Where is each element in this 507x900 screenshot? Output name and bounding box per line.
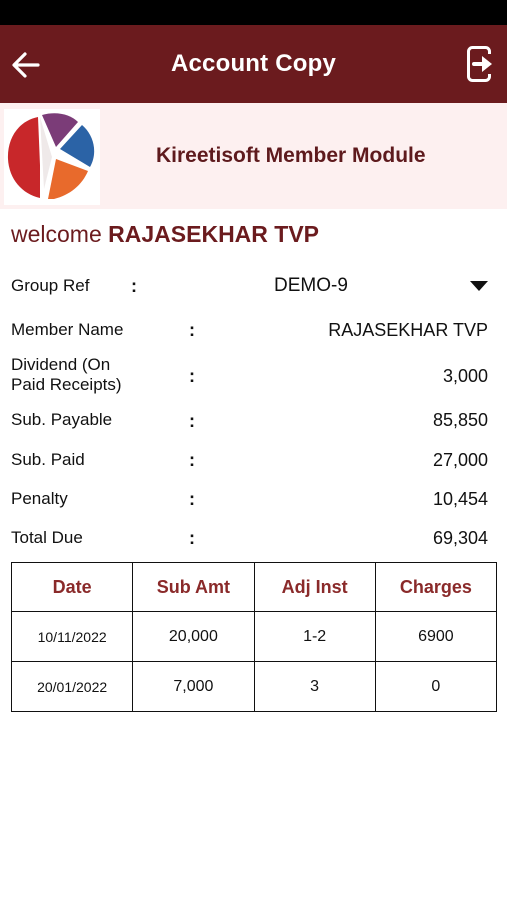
- status-bar: [0, 0, 507, 25]
- back-button[interactable]: [10, 49, 42, 81]
- sub-paid-value: 27,000: [432, 450, 488, 470]
- dividend-label-line2: Paid Receipts): [11, 375, 122, 394]
- member-name-value: RAJASEKHAR TVP: [328, 320, 488, 340]
- exit-button[interactable]: [466, 45, 496, 83]
- table-row: 10/11/2022 20,000 1-2 6900: [10, 611, 498, 662]
- welcome-word: welcome: [11, 221, 102, 247]
- colon: :: [189, 411, 195, 431]
- penalty-value: 10,454: [432, 489, 488, 509]
- sub-paid-label: Sub. Paid: [11, 450, 85, 469]
- colon: :: [189, 528, 195, 548]
- brand-title: Kireetisoft Member Module: [156, 144, 426, 167]
- dividend-label: Dividend (On Paid Receipts): [11, 355, 122, 395]
- cell-date: 10/11/2022: [10, 611, 134, 662]
- total-due-label: Total Due: [11, 528, 83, 547]
- welcome-name: RAJASEKHAR TVP: [108, 221, 320, 247]
- brand-banner: Kireetisoft Member Module: [0, 103, 507, 209]
- group-ref-label: Group Ref: [11, 276, 90, 295]
- cell-charges: 0: [374, 661, 498, 712]
- colon: :: [189, 450, 195, 470]
- penalty-label: Penalty: [11, 489, 68, 508]
- member-name-label: Member Name: [11, 320, 124, 339]
- table-header-row: Date Sub Amt Adj Inst Charges: [10, 562, 498, 612]
- cell-date: 20/01/2022: [10, 661, 134, 712]
- colon: :: [131, 276, 137, 296]
- column-header-date: Date: [10, 562, 134, 612]
- dividend-label-line1: Dividend (On: [11, 355, 111, 374]
- page-title: Account Copy: [170, 50, 337, 77]
- welcome-message: welcome RAJASEKHAR TVP: [11, 221, 319, 248]
- company-logo: [4, 109, 100, 205]
- cell-adj-inst: 3: [253, 661, 376, 712]
- cell-sub-amt: 20,000: [132, 611, 255, 662]
- column-header-charges: Charges: [374, 562, 498, 612]
- app-header: Account Copy: [0, 25, 507, 103]
- sub-payable-value: 85,850: [432, 410, 488, 430]
- cell-adj-inst: 1-2: [253, 611, 376, 662]
- total-due-value: 69,304: [432, 528, 488, 548]
- colon: :: [189, 320, 195, 340]
- column-header-sub-amt: Sub Amt: [132, 562, 255, 612]
- table-row: 20/01/2022 7,000 3 0: [10, 661, 498, 712]
- column-header-adj-inst: Adj Inst: [253, 562, 376, 612]
- dropdown-arrow-icon[interactable]: [470, 281, 488, 291]
- cell-sub-amt: 7,000: [132, 661, 255, 712]
- arrow-left-icon: [12, 52, 40, 78]
- group-ref-select[interactable]: DEMO-9: [274, 275, 348, 297]
- sub-payable-label: Sub. Payable: [11, 410, 113, 429]
- exit-app-icon: [467, 46, 493, 82]
- dividend-value: 3,000: [442, 366, 488, 386]
- colon: :: [189, 366, 195, 386]
- cell-charges: 6900: [374, 611, 498, 662]
- transactions-table: Date Sub Amt Adj Inst Charges 10/11/2022…: [10, 562, 498, 712]
- colon: :: [189, 489, 195, 509]
